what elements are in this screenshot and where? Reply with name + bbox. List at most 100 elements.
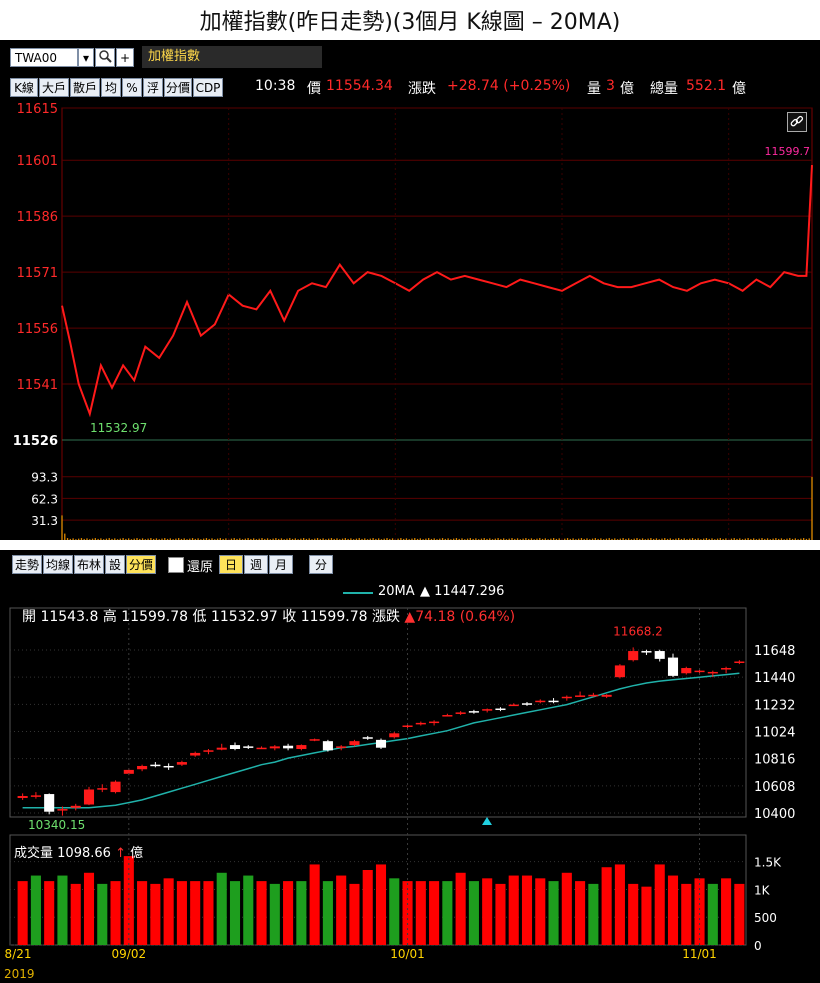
- k-y-tick-label: 11024: [754, 726, 795, 741]
- tool-button-4[interactable]: %: [122, 78, 142, 97]
- volume-k-bar: [628, 883, 639, 945]
- daily-tool-button-2[interactable]: 布林: [74, 555, 104, 574]
- daily-chart: 11648 11440 11232 11024 10816 10608 10400 11668…: [5, 607, 795, 961]
- close-label: 收: [282, 609, 297, 625]
- y-tick-label: 11571: [17, 266, 58, 281]
- low-annotation: 11532.97: [90, 421, 147, 435]
- candle-body: [707, 671, 718, 674]
- tool-button-2[interactable]: 散戶: [70, 78, 100, 97]
- volume-k-bar: [269, 883, 280, 945]
- link-icon[interactable]: [787, 112, 807, 132]
- k-y-tick-label: 11648: [754, 644, 795, 659]
- tool-button-6[interactable]: 分價: [164, 78, 192, 97]
- k-y-tick-label: 11440: [754, 671, 795, 686]
- period-button-2[interactable]: 月: [269, 555, 293, 574]
- high-annotation: 11599.7: [765, 145, 811, 158]
- candle-body: [601, 694, 612, 697]
- candle-body: [468, 711, 479, 713]
- tool-button-1[interactable]: 大戶: [39, 78, 69, 97]
- price-value: 11554.34: [326, 78, 393, 94]
- volume-k-bar: [57, 875, 68, 945]
- open-value: 11543.8: [40, 609, 99, 625]
- volume-k-bar: [521, 875, 533, 945]
- volume-k-bar: [229, 881, 241, 945]
- tool-button-5[interactable]: 浮: [143, 78, 163, 97]
- restore-checkbox[interactable]: [168, 557, 184, 573]
- volume-k-bar: [482, 878, 493, 945]
- candle-body: [429, 721, 440, 724]
- low-label: 低: [192, 609, 207, 625]
- volume-k-bar: [375, 864, 387, 945]
- daily-tool-button-3[interactable]: 設: [105, 555, 125, 574]
- k-low-annotation: 10340.15: [28, 818, 85, 832]
- tool-button-7[interactable]: CDP: [193, 78, 223, 97]
- volume-label: 成交量: [14, 846, 54, 861]
- daily-tool-button-1[interactable]: 均線: [43, 555, 73, 574]
- volume-k-bar: [588, 883, 599, 945]
- candle-body: [203, 750, 214, 752]
- candle-body: [561, 696, 572, 699]
- volume-k-bar: [256, 881, 267, 945]
- y-tick-label: 11526: [13, 434, 58, 449]
- candle-body: [548, 700, 559, 703]
- candle-body: [667, 657, 679, 676]
- candle-body: [734, 661, 745, 663]
- k-y-tick-label: 11232: [754, 698, 795, 713]
- candle-body: [309, 739, 320, 741]
- k-y-tick-label: 10400: [754, 807, 795, 822]
- vol-y-tick-label: 93.3: [31, 471, 58, 485]
- candle-body: [721, 668, 732, 670]
- candle-body: [97, 788, 108, 790]
- ma-legend-line: [343, 592, 373, 594]
- y-tick-label: 11541: [17, 378, 58, 393]
- y-tick-label: 11556: [17, 322, 58, 337]
- candle-body: [110, 781, 121, 793]
- minute-button[interactable]: 分: [309, 555, 333, 574]
- vol-k-y-tick-label: 1.5K: [754, 856, 782, 870]
- total-unit: 億: [732, 81, 746, 97]
- volume-k-bar: [362, 870, 373, 945]
- k-y-tick-label: 10608: [754, 780, 795, 795]
- period-button-0[interactable]: 日: [219, 555, 243, 574]
- tool-button-0[interactable]: K線: [10, 78, 38, 97]
- vol-k-y-tick-label: 1K: [754, 883, 771, 897]
- volume-k-bar: [654, 864, 665, 945]
- ohlc-row: 開 11543.8 高 11599.78 低 11532.97 收 11599.…: [22, 606, 515, 626]
- vol-k-y-tick-label: 0: [754, 939, 762, 953]
- k-x-tick-label: 09/02: [112, 947, 147, 961]
- volume-k-bar: [575, 881, 586, 945]
- volume-k-bar: [681, 883, 692, 945]
- candle-body: [442, 715, 453, 717]
- restore-label: 還原: [187, 560, 214, 575]
- change-label: 漲跌: [408, 81, 436, 97]
- daily-tool-button-4[interactable]: 分價: [126, 555, 156, 574]
- y-tick-label: 11601: [17, 154, 58, 169]
- add-icon[interactable]: +: [116, 48, 134, 67]
- candle-body: [362, 737, 373, 739]
- volume-unit: 億: [130, 846, 144, 861]
- up-arrow-icon: ↑: [115, 846, 126, 861]
- ohlc-change-value: ▲74.18 (0.64%): [404, 609, 516, 625]
- volume-k-bar: [243, 875, 254, 945]
- daily-tool-button-0[interactable]: 走勢: [12, 555, 42, 574]
- candle-body: [402, 725, 413, 727]
- volume-k-bar: [309, 864, 320, 945]
- volume-k-bar: [455, 872, 466, 945]
- symbol-dropdown-icon[interactable]: ▾: [78, 48, 94, 67]
- period-button-1[interactable]: 週: [244, 555, 268, 574]
- volume-k-bar: [548, 881, 559, 945]
- search-icon[interactable]: [95, 48, 115, 67]
- k-high-annotation: 11668.2: [613, 624, 663, 638]
- candle-body: [654, 651, 665, 659]
- change-value: +28.74 (+0.25%): [447, 78, 571, 94]
- close-value: 11599.78: [300, 609, 368, 625]
- volume-k-bar: [535, 878, 546, 945]
- tool-button-3[interactable]: 均: [101, 78, 121, 97]
- daily-panel: 走勢 均線 布林設分價 還原 日週月 分 11648 11440 11232 11024 1…: [0, 550, 820, 983]
- symbol-input[interactable]: TWA00: [10, 48, 78, 67]
- candle-body: [614, 665, 625, 678]
- volume-k-bar: [336, 875, 347, 945]
- volume-k-bar: [614, 864, 625, 945]
- volume-k-bar: [150, 883, 161, 945]
- candle-body: [83, 789, 95, 805]
